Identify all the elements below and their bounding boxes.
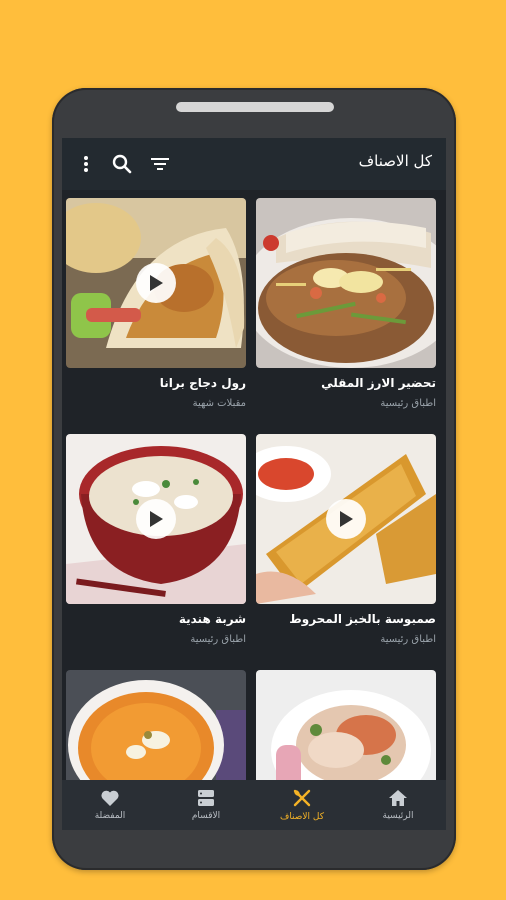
phone-speaker [176, 102, 334, 112]
nav-label: الاقسام [191, 811, 221, 821]
recipe-name: صمبوسة بالخبز المحروط [289, 612, 436, 626]
recipe-card[interactable] [66, 670, 246, 780]
recipe-category: مقبلات شهية [192, 398, 246, 409]
recipe-category: اطباق رئيسية [380, 398, 436, 409]
recipes-grid[interactable]: تحضير الارز المقلي اطباق رئيسية رول دجاج… [62, 190, 446, 780]
recipe-image [66, 434, 246, 604]
cutlery-icon [293, 789, 311, 807]
nav-label: كل الاصناف [279, 812, 325, 822]
recipe-name: شربة هندية [178, 612, 246, 626]
play-video-button[interactable] [136, 263, 176, 303]
nav-item-favorites[interactable]: المفضلة [62, 780, 158, 830]
phone-frame: كل الاصناف تحضير الارز المقلي اطباق رئيس… [52, 88, 456, 870]
recipe-card[interactable]: صمبوسة بالخبز المحروط اطباق رئيسية [256, 434, 436, 645]
play-video-button[interactable] [136, 499, 176, 539]
recipe-image [256, 670, 436, 780]
recipe-category: اطباق رئيسية [380, 634, 436, 645]
heart-icon [101, 790, 119, 806]
recipe-name: رول دجاج برانا [159, 376, 246, 390]
nav-label: المفضلة [94, 811, 126, 821]
home-icon [389, 790, 407, 806]
filter-icon[interactable] [148, 152, 172, 176]
recipe-category: اطباق رئيسية [190, 634, 246, 645]
app-bar: كل الاصناف [62, 138, 446, 190]
recipe-image [256, 434, 436, 604]
bottom-navigation: الرئيسية كل الاصناف الاقسام المفضلة [62, 780, 446, 830]
recipe-name: تحضير الارز المقلي [321, 376, 436, 390]
app-screen: كل الاصناف تحضير الارز المقلي اطباق رئيس… [62, 138, 446, 830]
more-vert-icon[interactable] [74, 152, 98, 176]
recipe-card[interactable]: تحضير الارز المقلي اطباق رئيسية [256, 198, 436, 409]
search-icon[interactable] [110, 152, 134, 176]
nav-item-categories[interactable]: الاقسام [158, 780, 254, 830]
recipe-card[interactable]: شربة هندية اطباق رئيسية [66, 434, 246, 645]
nav-label: الرئيسية [382, 811, 414, 821]
nav-item-home[interactable]: الرئيسية [350, 780, 446, 830]
recipe-image [66, 198, 246, 368]
recipe-card[interactable]: رول دجاج برانا مقبلات شهية [66, 198, 246, 409]
page-title: كل الاصناف [358, 152, 432, 170]
recipe-image [256, 198, 436, 368]
recipe-image [66, 670, 246, 780]
nav-item-all-dishes[interactable]: كل الاصناف [254, 780, 350, 830]
recipe-card[interactable] [256, 670, 436, 780]
play-video-button[interactable] [326, 499, 366, 539]
categories-icon [198, 790, 214, 806]
